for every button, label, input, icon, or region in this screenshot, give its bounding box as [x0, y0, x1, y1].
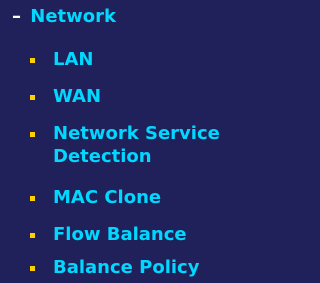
menu-item-label[interactable]: Network Service Detection: [53, 122, 243, 168]
menu-item-lan[interactable]: LAN: [30, 48, 93, 71]
menu-item-label[interactable]: LAN: [53, 48, 93, 71]
square-bullet-icon: [30, 132, 35, 137]
menu-item-mac-clone[interactable]: MAC Clone: [30, 186, 161, 209]
square-bullet-icon: [30, 233, 35, 238]
square-bullet-icon: [30, 95, 35, 100]
menu-item-label[interactable]: Balance Policy: [53, 256, 199, 279]
square-bullet-icon: [30, 58, 35, 63]
menu-item-flow-balance[interactable]: Flow Balance: [30, 223, 187, 246]
square-bullet-icon: [30, 196, 35, 201]
menu-item-wan[interactable]: WAN: [30, 85, 101, 108]
network-section-header[interactable]: – Network: [12, 6, 116, 28]
network-menu: – Network LAN WAN Network Service Detect…: [0, 0, 270, 283]
section-label-network[interactable]: Network: [30, 6, 116, 27]
menu-item-balance-policy[interactable]: Balance Policy: [30, 256, 199, 279]
menu-item-label[interactable]: WAN: [53, 85, 101, 108]
menu-item-label[interactable]: Flow Balance: [53, 223, 187, 246]
square-bullet-icon: [30, 266, 35, 271]
menu-item-network-service-detection[interactable]: Network Service Detection: [30, 122, 243, 168]
collapse-icon[interactable]: –: [12, 6, 24, 28]
menu-item-label[interactable]: MAC Clone: [53, 186, 161, 209]
